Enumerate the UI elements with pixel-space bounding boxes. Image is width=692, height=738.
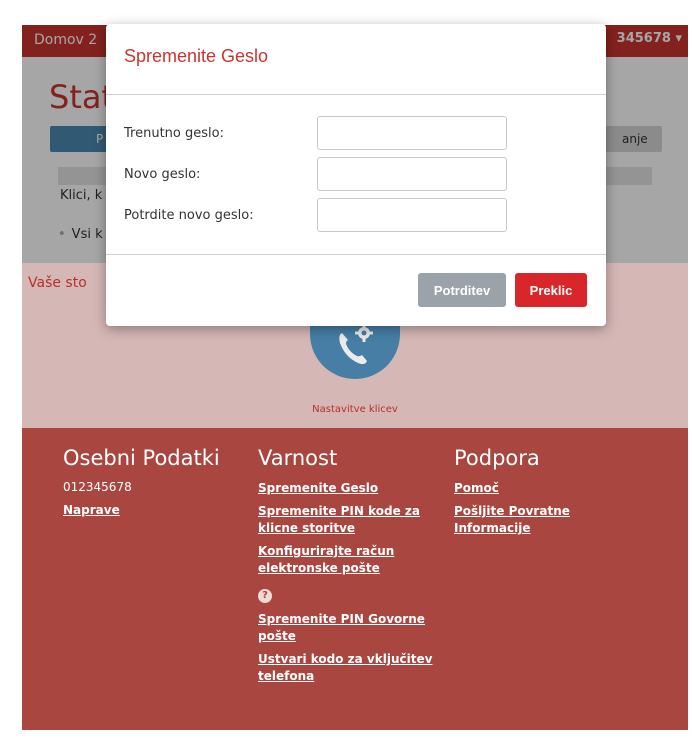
security-heading: Varnost [258,446,338,470]
current-password-input[interactable] [317,116,507,150]
support-heading: Podpora [454,446,540,470]
send-feedback-link[interactable]: Pošljite Povratne Informacije [454,503,614,537]
change-password-dialog: Spremenite Geslo Trenutno geslo: Novo ge… [106,24,606,326]
personal-number: 012345678 [63,480,132,494]
personal-heading: Osebni Podatki [63,446,220,470]
question-circle-icon[interactable]: ? [258,589,272,603]
dialog-title: Spremenite Geslo [124,46,269,66]
cancel-button[interactable]: Preklic [515,273,587,307]
new-password-input[interactable] [317,157,507,191]
help-link[interactable]: Pomoč [454,480,614,497]
footer: Osebni Podatki 012345678 Naprave Varnost… [22,428,688,730]
dialog-footer-divider [106,254,606,255]
change-voicemail-pin-link[interactable]: Spremenite PIN Govorne pošte [258,611,458,645]
current-password-label: Trenutno geslo: [124,126,224,141]
dialog-header-divider [106,94,606,95]
footer-security-column: Varnost Spremenite Geslo Spremenite PIN … [258,446,458,691]
create-phone-code-link[interactable]: Ustvari kodo za vključitev telefona [258,651,458,685]
footer-personal-column: Osebni Podatki 012345678 Naprave [63,446,220,525]
new-password-label: Novo geslo: [124,167,201,182]
devices-link[interactable]: Naprave [63,502,220,519]
confirm-password-label: Potrdite novo geslo: [124,208,254,223]
change-password-link[interactable]: Spremenite Geslo [258,480,458,497]
confirm-password-input[interactable] [317,198,507,232]
confirm-button[interactable]: Potrditev [418,273,506,307]
configure-email-link[interactable]: Konfigurirajte račun elektronske pošte [258,543,458,577]
change-call-pin-link[interactable]: Spremenite PIN kode za klicne storitve [258,503,458,537]
footer-support-column: Podpora Pomoč Pošljite Povratne Informac… [454,446,614,543]
